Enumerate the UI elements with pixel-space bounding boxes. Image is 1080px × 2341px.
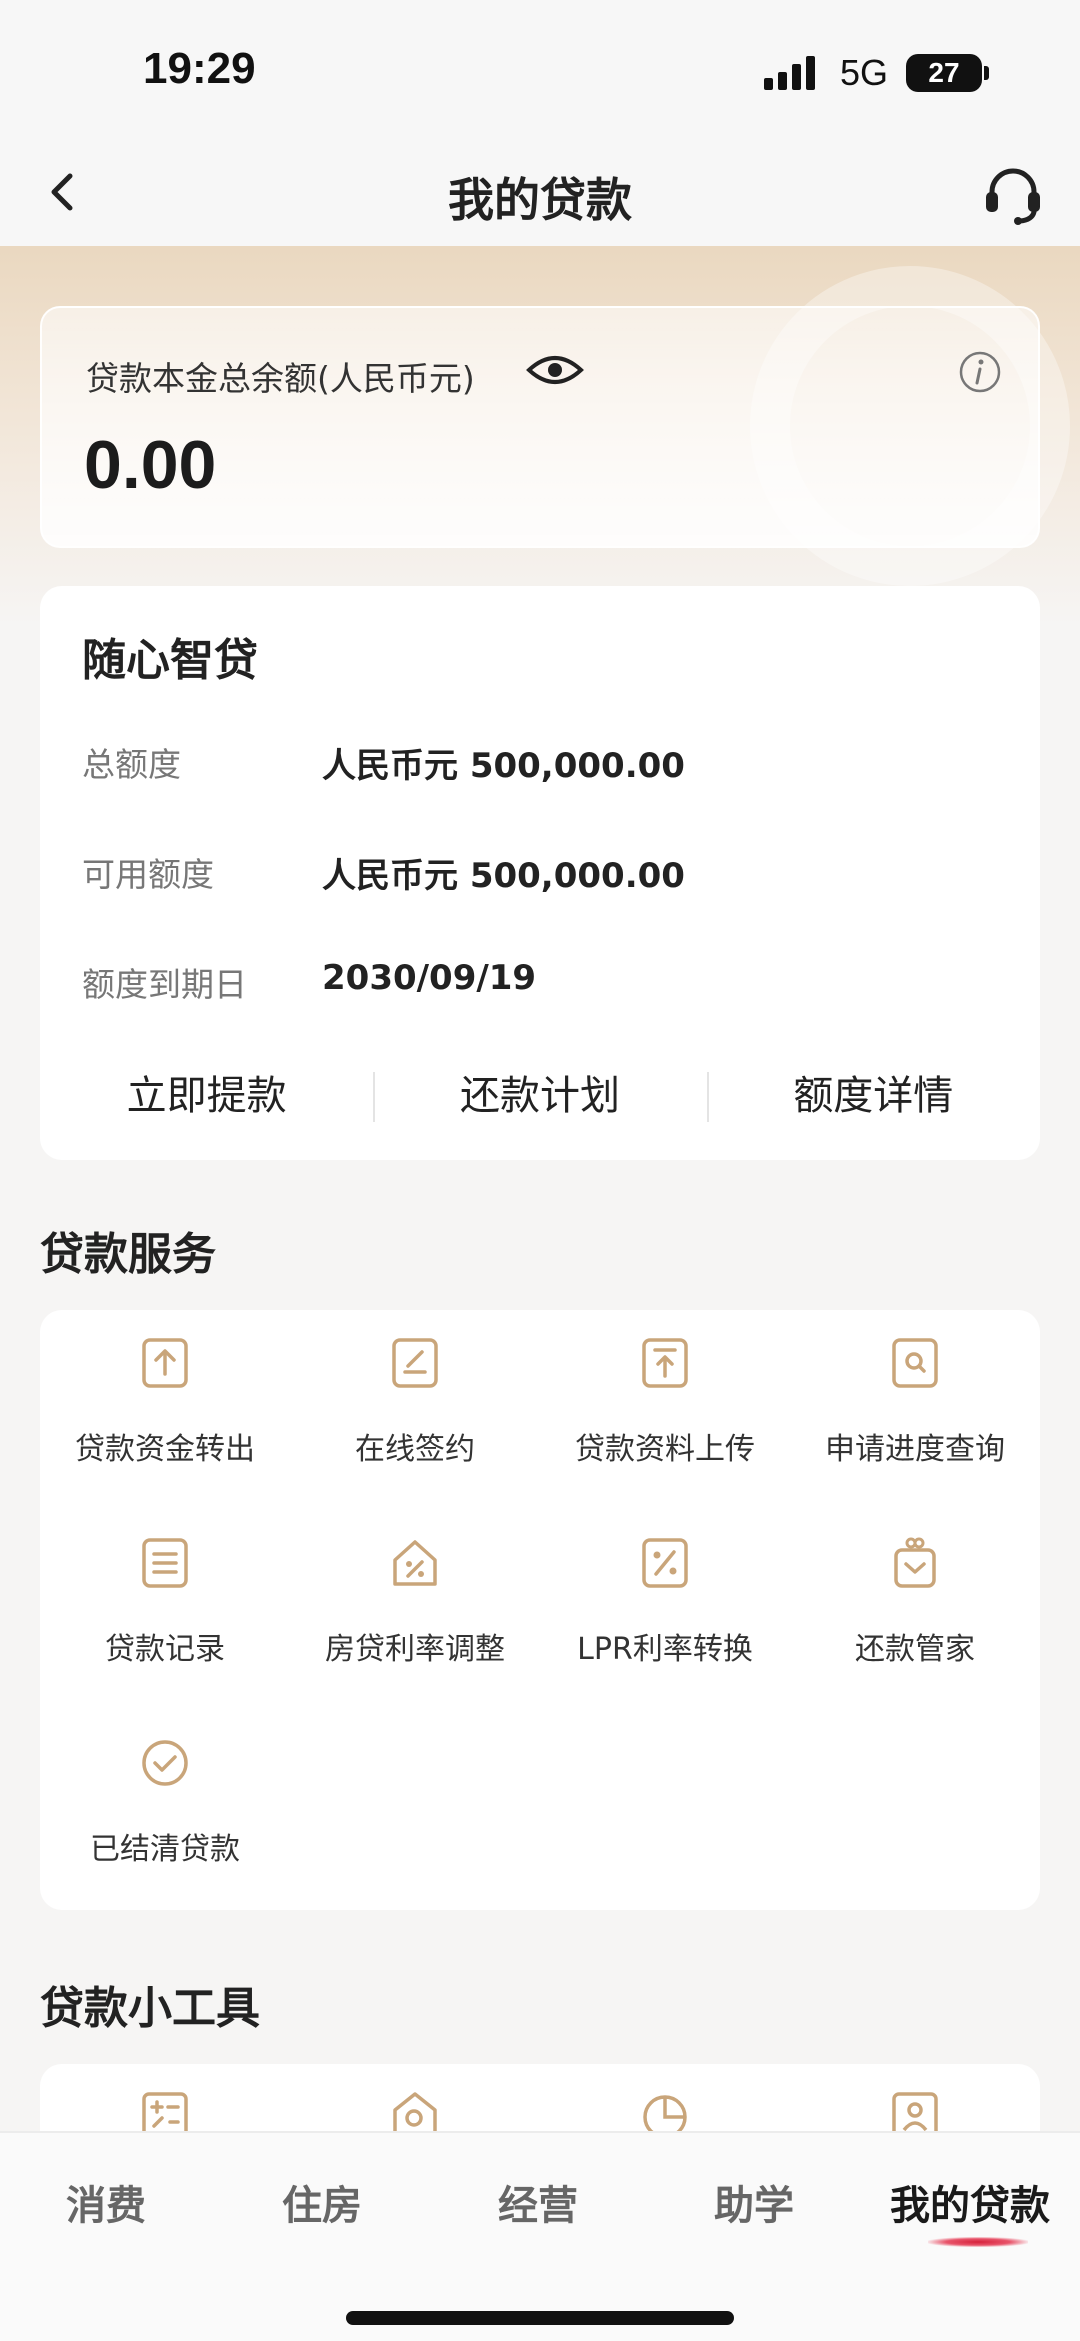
repay-butler-icon: [894, 1537, 936, 1588]
tab-housing[interactable]: 住房: [282, 2173, 362, 2231]
tab-my-loans[interactable]: 我的贷款: [890, 2173, 1050, 2231]
nav-bar: 我的贷款: [0, 140, 1080, 246]
service-label: 贷款资金转出: [75, 1432, 255, 1467]
network-label: 5G: [840, 52, 889, 93]
search-doc-icon: [892, 1338, 938, 1388]
total-limit-label: 总额度: [82, 745, 181, 784]
service-repay-butler[interactable]: 还款管家: [790, 1510, 1040, 1710]
loan-product-title: 随心智贷: [82, 635, 258, 686]
signal-icon: [764, 56, 815, 90]
info-icon[interactable]: [958, 350, 1002, 394]
total-limit-value: 人民币元 500,000.00: [322, 746, 685, 786]
balance-card: 贷款本金总余额(人民币元) 0.00: [40, 306, 1040, 548]
service-upload-docs[interactable]: 贷款资料上传: [540, 1310, 790, 1510]
loan-product-card: 随心智贷 总额度 人民币元 500,000.00 可用额度 人民币元 500,0…: [40, 586, 1040, 1160]
service-mortgage-rate[interactable]: 房贷利率调整: [290, 1510, 540, 1710]
sign-icon: [392, 1338, 438, 1388]
tab-student[interactable]: 助学: [714, 2173, 794, 2231]
active-tab-indicator: [928, 2237, 1028, 2247]
services-card: 贷款资金转出 在线签约 贷款资料上传 申请进度查询 贷款记录 房贷利率调整 LP…: [40, 1310, 1040, 1910]
repayment-plan-button[interactable]: 还款计划: [373, 1066, 706, 1126]
service-label: LPR利率转换: [577, 1632, 753, 1667]
service-label: 房贷利率调整: [325, 1632, 505, 1667]
battery-icon: 27: [906, 54, 982, 92]
service-label: 在线签约: [355, 1432, 475, 1467]
battery-tip: [984, 66, 989, 80]
service-loan-records[interactable]: 贷款记录: [40, 1510, 290, 1710]
service-label: 贷款资料上传: [575, 1432, 755, 1467]
eye-icon[interactable]: [526, 350, 584, 390]
record-icon: [142, 1538, 188, 1588]
home-indicator[interactable]: [346, 2311, 734, 2325]
rate-convert-icon: [642, 1538, 688, 1588]
customer-service-icon[interactable]: [978, 158, 1048, 228]
withdraw-button[interactable]: 立即提款: [40, 1066, 373, 1126]
service-label: 还款管家: [855, 1632, 975, 1667]
limit-details-button[interactable]: 额度详情: [706, 1066, 1040, 1126]
loan-actions: 立即提款 还款计划 额度详情: [40, 1066, 1040, 1126]
available-limit-label: 可用额度: [82, 855, 214, 894]
service-lpr-convert[interactable]: LPR利率转换: [540, 1510, 790, 1710]
upload-icon: [642, 1338, 688, 1388]
expiry-date-value: 2030/09/19: [322, 958, 537, 998]
tab-business[interactable]: 经营: [498, 2173, 578, 2231]
service-online-sign[interactable]: 在线签约: [290, 1310, 540, 1510]
house-rate-icon: [393, 1540, 437, 1586]
balance-amount: 0.00: [84, 427, 217, 503]
bottom-tab-bar: 消费 住房 经营 助学 我的贷款: [0, 2131, 1080, 2341]
service-settled-loans[interactable]: 已结清贷款: [40, 1710, 290, 1910]
transfer-out-icon: [142, 1338, 188, 1388]
status-time: 19:29: [143, 44, 256, 93]
service-transfer-out[interactable]: 贷款资金转出: [40, 1310, 290, 1510]
balance-label: 贷款本金总余额(人民币元): [86, 359, 475, 398]
service-progress-query[interactable]: 申请进度查询: [790, 1310, 1040, 1510]
service-label: 贷款记录: [105, 1632, 225, 1667]
service-label: 已结清贷款: [90, 1832, 240, 1867]
expiry-date-label: 额度到期日: [82, 965, 247, 1004]
status-bar: 19:29 5G 27: [0, 0, 1080, 140]
check-circle-icon: [142, 1740, 188, 1786]
available-limit-value: 人民币元 500,000.00: [322, 856, 685, 896]
page-title: 我的贷款: [448, 173, 632, 227]
services-section-title: 贷款服务: [40, 1229, 216, 1280]
service-label: 申请进度查询: [825, 1432, 1005, 1467]
tools-section-title: 贷款小工具: [40, 1983, 260, 2034]
tab-consumer[interactable]: 消费: [66, 2173, 146, 2231]
